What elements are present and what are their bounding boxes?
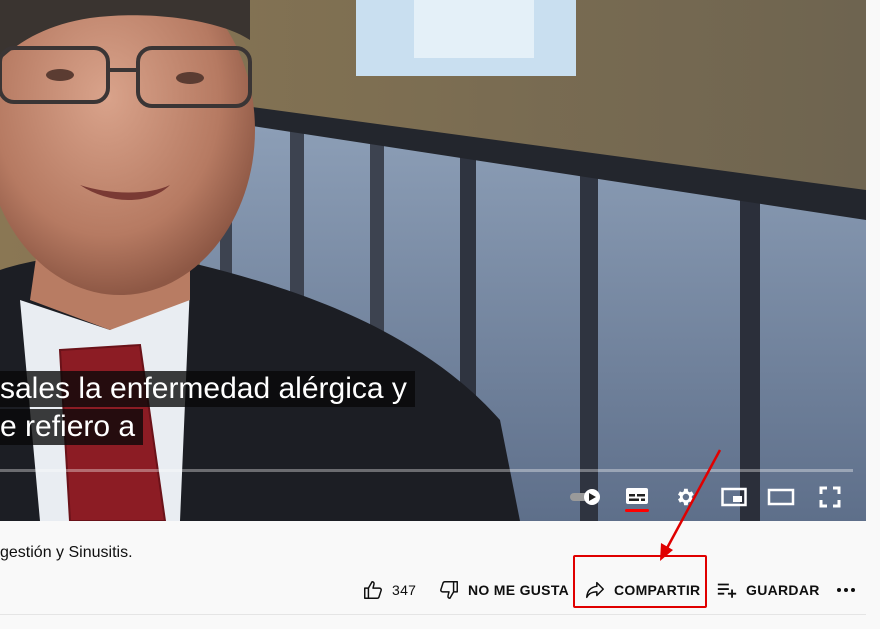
fullscreen-button[interactable] [816, 480, 844, 514]
progress-bar[interactable] [0, 469, 853, 472]
video-title-fragment: gestión y Sinusitis. [0, 544, 133, 561]
video-player[interactable]: sales la enfermedad alérgica y e refiero… [0, 0, 866, 521]
settings-gear-icon [678, 488, 694, 506]
save-label: GUARDAR [746, 582, 820, 598]
subtitles-button[interactable] [622, 480, 652, 514]
miniplayer-button[interactable] [720, 480, 748, 514]
share-button[interactable]: COMPARTIR [584, 568, 700, 612]
dislike-button[interactable]: NO ME GUSTA [438, 568, 569, 612]
playlist-add-icon [716, 579, 738, 601]
subtitles-icon [625, 488, 649, 512]
settings-button[interactable] [672, 480, 698, 514]
more-actions-button[interactable] [836, 568, 864, 612]
caption-line-2: e refiero a [0, 409, 144, 445]
save-button[interactable]: GUARDAR [716, 568, 820, 612]
more-horizontal-icon [836, 580, 856, 600]
player-controls [560, 480, 860, 514]
share-label: COMPARTIR [614, 582, 701, 598]
like-count: 347 [392, 582, 417, 598]
theater-mode-icon [767, 488, 795, 506]
dislike-label: NO ME GUSTA [468, 582, 570, 598]
miniplayer-icon [721, 487, 747, 507]
section-divider [0, 614, 866, 615]
thumbs-down-icon [438, 579, 460, 601]
share-arrow-icon [584, 579, 606, 601]
theater-mode-button[interactable] [766, 480, 796, 514]
thumbs-up-icon [362, 579, 384, 601]
autoplay-toggle-icon [570, 489, 600, 505]
fullscreen-icon [819, 486, 841, 508]
autoplay-toggle[interactable] [568, 480, 604, 514]
caption-line-1: sales la enfermedad alérgica y [0, 371, 415, 407]
like-button[interactable]: 347 [362, 568, 416, 612]
action-bar: 347 NO ME GUSTA COMPARTIR GUARDAR [0, 568, 880, 612]
